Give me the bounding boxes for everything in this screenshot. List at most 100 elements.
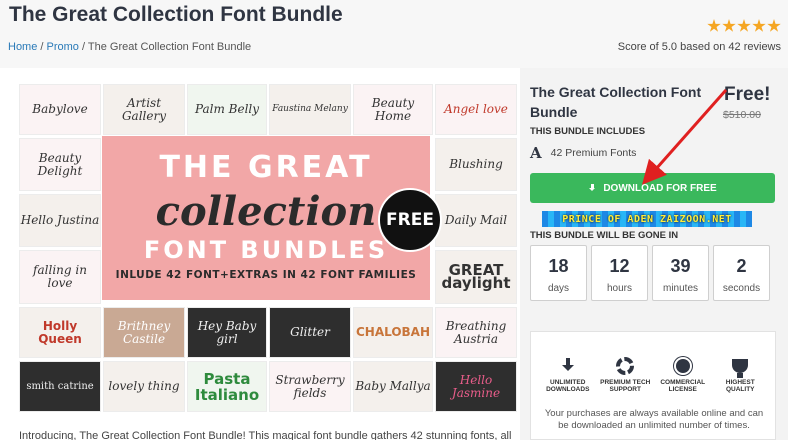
countdown-hours: 12 hours (591, 245, 648, 301)
font-preview-tile: Brithney Castile (103, 307, 185, 358)
countdown-unit: seconds (722, 283, 761, 294)
rating-stars (707, 19, 781, 33)
countdown-value: 18 (548, 256, 569, 276)
feature-label: COMMERCIAL LICENSE (660, 379, 706, 393)
tile-label: CHALOBAH (355, 325, 431, 339)
tile-label: Strawberry fields (275, 372, 345, 400)
feature-tech-support: PREMIUM TECH SUPPORT (597, 356, 653, 393)
countdown-days: 18 days (530, 245, 587, 301)
price-original: $510.00 (723, 109, 761, 121)
font-preview-tile: Pasta Italiano (187, 361, 267, 412)
medal-icon (675, 359, 690, 373)
star-icon (767, 19, 781, 32)
feature-icon-wrap (540, 356, 596, 376)
font-preview-tile: CHALOBAH (353, 307, 433, 358)
download-icon (588, 183, 597, 193)
tile-label: Angel love (444, 102, 508, 116)
countdown-value: 12 (609, 256, 630, 276)
hero-title-line: THE GREAT (159, 150, 373, 185)
lifebuoy-icon (616, 357, 635, 375)
countdown-label: THIS BUNDLE WILL BE GONE IN (530, 230, 679, 241)
bundle-title: The Great Collection Font Bundle (530, 84, 702, 120)
tile-label: Brithney Castile (117, 318, 171, 346)
includes-row: A 42 Premium Fonts (530, 144, 636, 162)
font-preview-tile: smith catrine (19, 361, 101, 412)
star-icon (737, 19, 751, 32)
breadcrumb: Home / Promo / The Great Collection Font… (8, 41, 251, 53)
download-button-label: DOWNLOAD FOR FREE (603, 182, 717, 194)
font-preview-tile: Hello Jasmine (435, 361, 517, 412)
font-preview-tile: falling in love (19, 250, 101, 304)
download-button[interactable]: DOWNLOAD FOR FREE (530, 173, 775, 203)
tile-label: Faustina Melany (272, 104, 348, 114)
feature-icon-wrap (712, 356, 768, 378)
features-description: Your purchases are always available onli… (544, 408, 764, 431)
tile-label: Holly Queen (38, 318, 82, 346)
font-preview-tile: lovely thing (103, 361, 185, 412)
countdown-timer: 18 days 12 hours 39 minutes 2 seconds (530, 245, 770, 301)
font-preview-tile: Hello Justina (19, 194, 101, 247)
tile-label: GREAT daylight (441, 261, 511, 292)
hero-subtitle: FONT BUNDLES (143, 236, 389, 264)
includes-label: THIS BUNDLE INCLUDES (530, 126, 646, 137)
feature-icon-wrap (597, 356, 653, 376)
feature-commercial-license: COMMERCIAL LICENSE (655, 356, 711, 393)
font-preview-tile: Faustina Melany (269, 84, 351, 135)
countdown-value: 39 (670, 256, 691, 276)
tile-label: Hello Jasmine (451, 372, 501, 400)
breadcrumb-promo-link[interactable]: Promo (47, 41, 79, 53)
feature-highest-quality: HIGHEST QUALITY (712, 356, 768, 393)
tile-label: Hey Baby girl (197, 318, 257, 346)
feature-label: UNLIMITED DOWNLOADS (546, 379, 590, 393)
tile-label: Baby Mallya (355, 379, 431, 393)
tile-label: Beauty Home (371, 95, 415, 123)
countdown-unit: days (547, 283, 570, 294)
feature-unlimited-downloads: UNLIMITED DOWNLOADS (540, 356, 596, 393)
font-preview-tile: GREAT daylight (435, 250, 517, 304)
breadcrumb-separator: / (82, 41, 86, 53)
tile-label: Pasta Italiano (194, 369, 260, 404)
font-preview-tile: Glitter (269, 307, 351, 358)
intro-paragraph: Introducing, The Great Collection Font B… (19, 430, 512, 440)
free-badge: FREE (378, 188, 442, 252)
star-icon (722, 19, 736, 32)
trophy-icon (732, 359, 749, 378)
watermark-text: PRINCE OF ADEN ZAIZOON.NET (562, 213, 732, 225)
page-header: The Great Collection Font Bundle Home / … (0, 0, 788, 68)
star-icon (752, 19, 766, 32)
font-preview-tile: Palm Belly (187, 84, 267, 135)
font-preview-tile: Breathing Austria (435, 307, 517, 358)
rating-score-text: Score of 5.0 based on 42 reviews (617, 41, 781, 53)
breadcrumb-current: The Great Collection Font Bundle (87, 41, 252, 53)
font-preview-tile: Artist Gallery (103, 84, 185, 135)
bundle-preview-image[interactable]: Babylove Artist Gallery Palm Belly Faust… (19, 84, 517, 412)
tile-label: Palm Belly (194, 102, 260, 116)
tile-label: Hello Justina (20, 213, 100, 227)
font-preview-tile: Hey Baby girl (187, 307, 267, 358)
tile-label: smith catrine (26, 381, 94, 392)
page-title: The Great Collection Font Bundle (9, 3, 343, 26)
breadcrumb-home-link[interactable]: Home (8, 41, 37, 53)
features-row: UNLIMITED DOWNLOADS PREMIUM TECH SUPPORT… (539, 356, 769, 393)
tile-label: Blushing (449, 157, 503, 171)
breadcrumb-separator: / (40, 41, 44, 53)
tile-label: Artist Gallery (121, 95, 167, 123)
font-preview-tile: Baby Mallya (353, 361, 433, 412)
includes-count: 42 Premium Fonts (550, 147, 637, 159)
tile-label: Daily Mail (444, 213, 508, 227)
font-preview-tile: Daily Mail (435, 194, 517, 247)
tile-label: Glitter (290, 325, 330, 339)
font-preview-tile: Beauty Delight (19, 138, 101, 191)
price-free: Free! (724, 84, 771, 105)
countdown-unit: minutes (662, 283, 698, 294)
watermark-banner: PRINCE OF ADEN ZAIZOON.NET (542, 211, 752, 227)
font-preview-tile: Blushing (435, 138, 517, 191)
tile-label: lovely thing (108, 379, 180, 393)
font-preview-tile: Beauty Home (353, 84, 433, 135)
countdown-unit: hours (606, 283, 632, 294)
tile-label: falling in love (33, 263, 87, 290)
font-preview-tile: Strawberry fields (269, 361, 351, 412)
countdown-minutes: 39 minutes (652, 245, 709, 301)
download-icon (561, 358, 575, 374)
countdown-value: 2 (736, 256, 747, 276)
